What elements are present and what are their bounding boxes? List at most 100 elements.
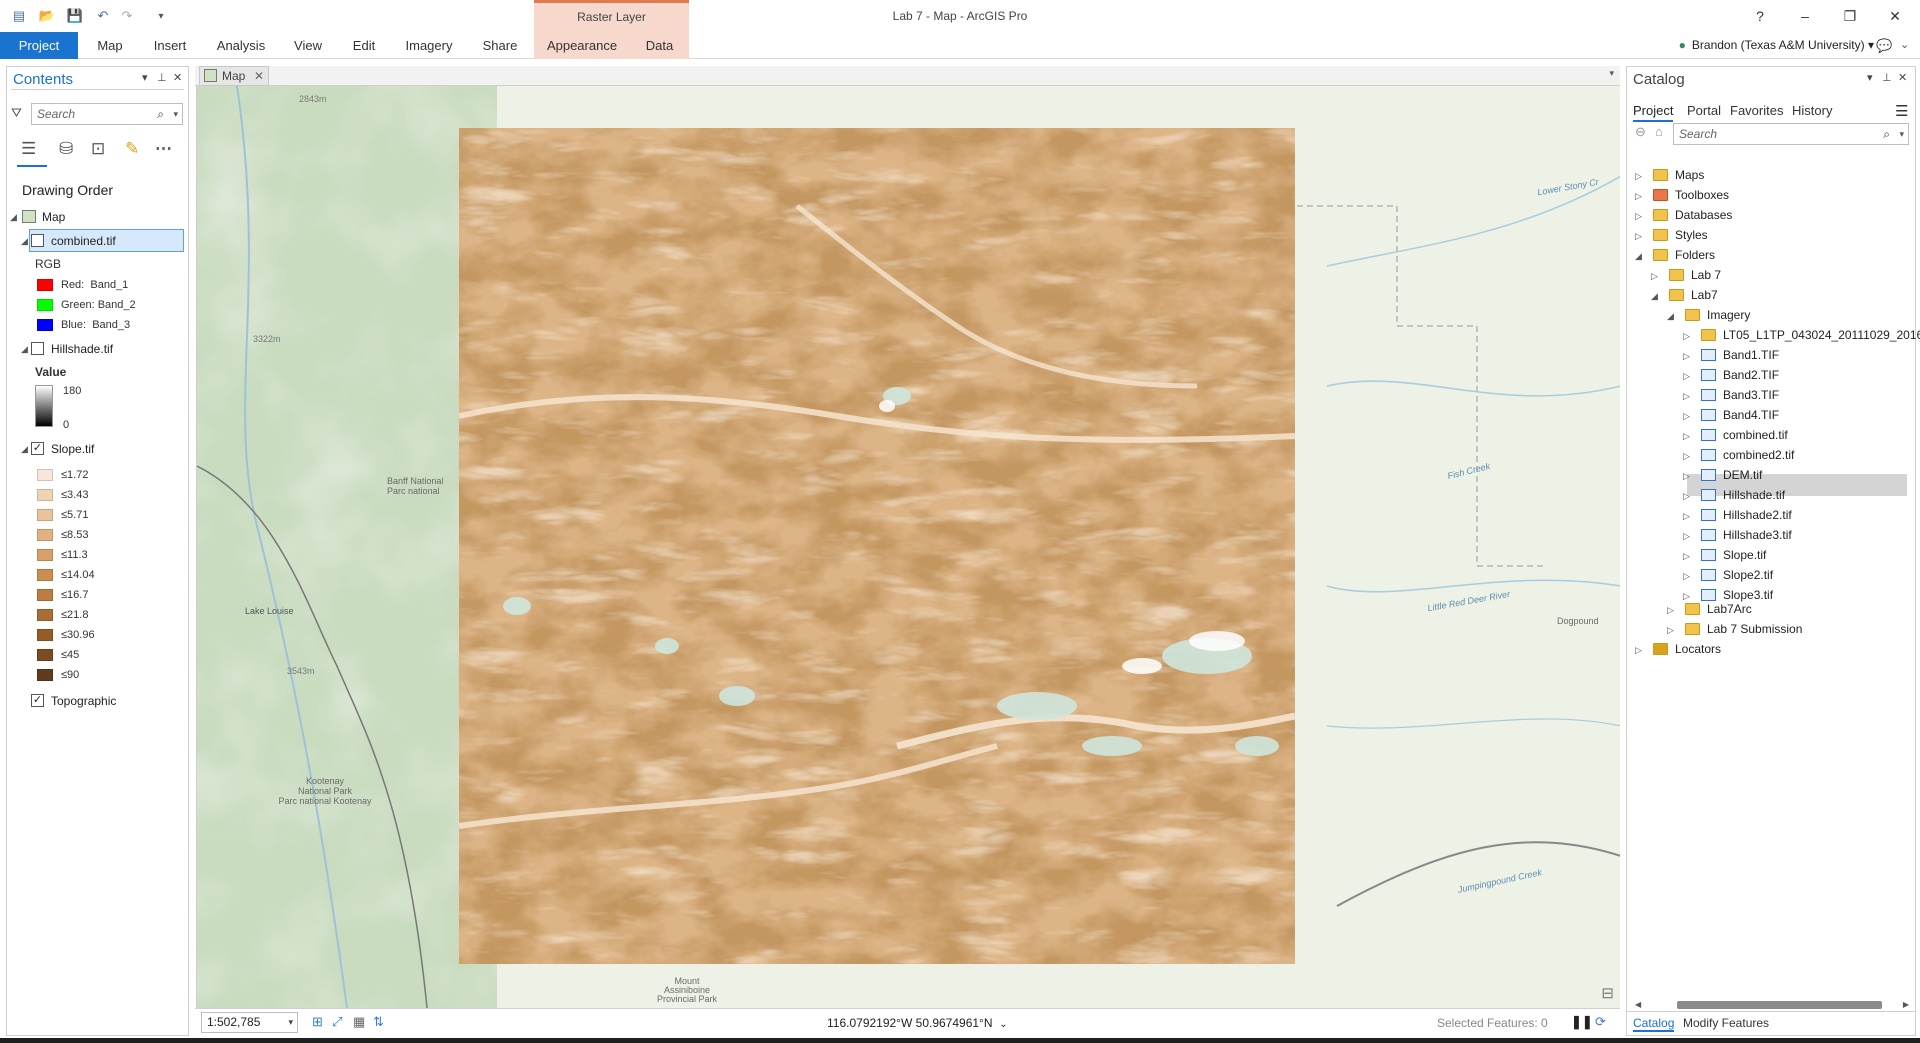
back-icon[interactable]: ⊖ (1635, 124, 1646, 140)
expand-icon[interactable]: ▷ (1683, 511, 1690, 521)
catalog-item-databases[interactable]: ▷ Databases (1635, 205, 1732, 225)
catalog-item-lab-7-submission[interactable]: ▷ Lab 7 Submission (1667, 619, 1802, 639)
catalog-tab-history[interactable]: History (1792, 103, 1832, 118)
collapse-icon[interactable]: ◢ (21, 339, 28, 359)
catalog-item-folders[interactable]: ◢ Folders (1635, 245, 1715, 265)
pause-drawing-icon[interactable]: ❚❚ (1571, 1014, 1593, 1030)
expand-icon[interactable]: ▷ (1683, 411, 1690, 421)
tab-edit[interactable]: Edit (340, 32, 388, 59)
catalog-item-raster[interactable]: ▷ Band3.TIF (1683, 385, 1779, 405)
expand-icon[interactable]: ▷ (1683, 471, 1690, 481)
map-node[interactable]: ◢ Map (7, 207, 187, 227)
expand-icon[interactable]: ▷ (1683, 571, 1690, 581)
scroll-right-icon[interactable]: ▶ (1903, 1000, 1909, 1009)
tab-imagery[interactable]: Imagery (398, 32, 460, 59)
catalog-item-raster[interactable]: ▷ Band4.TIF (1683, 405, 1779, 425)
tab-appearance[interactable]: Appearance (534, 32, 630, 59)
catalog-item-lab7[interactable]: ◢ Lab7 (1651, 285, 1718, 305)
expand-icon[interactable]: ▷ (1683, 331, 1690, 341)
tab-view[interactable]: View (284, 32, 332, 59)
catalog-tab-portal[interactable]: Portal (1687, 103, 1721, 118)
filter-icon[interactable]: ⛛ (11, 105, 22, 121)
pane-close-icon[interactable]: ✕ (1898, 71, 1907, 84)
map-tab-close-icon[interactable]: ✕ (254, 67, 264, 85)
close-button[interactable]: ✕ (1875, 0, 1915, 32)
expand-icon[interactable]: ▷ (1683, 391, 1690, 401)
catalog-item-locators[interactable]: ▷ Locators (1635, 639, 1721, 659)
tab-project[interactable]: Project (0, 32, 78, 59)
layer-combined[interactable]: ◢ combined.tif (7, 231, 187, 251)
full-extent-icon[interactable]: ⤢ (332, 1014, 342, 1030)
catalog-item-raster[interactable]: ▷ Hillshade3.tif (1683, 525, 1792, 545)
expand-icon[interactable]: ▷ (1683, 591, 1690, 601)
catalog-item-lab-7[interactable]: ▷ Lab 7 (1651, 265, 1721, 285)
catalog-item-raster[interactable]: ▷ Slope3.tif (1683, 585, 1773, 605)
pane-options-icon[interactable]: ▾ (142, 71, 148, 84)
catalog-item-raster[interactable]: ▷ LT05_L1TP_043024_20111029_20161 (1683, 325, 1920, 345)
expand-icon[interactable]: ▷ (1683, 551, 1690, 561)
catalog-item-styles[interactable]: ▷ Styles (1635, 225, 1708, 245)
restore-button[interactable]: ❐ (1830, 0, 1870, 32)
expand-icon[interactable]: ▷ (1683, 531, 1690, 541)
fixed-zoom-icon[interactable]: ⊞ (312, 1014, 323, 1030)
catalog-item-raster[interactable]: ▷ combined2.tif (1683, 445, 1794, 465)
catalog-item-maps[interactable]: ▷ Maps (1635, 165, 1704, 185)
layer-topographic[interactable]: ✓ Topographic (7, 691, 187, 711)
tab-data[interactable]: Data (630, 32, 689, 59)
pin-icon[interactable]: ⊥ (157, 71, 167, 84)
customize-qat-icon[interactable]: ▾ (150, 7, 172, 25)
tab-list-icon[interactable]: ▾ (1609, 68, 1614, 79)
scroll-left-icon[interactable]: ◀ (1635, 1000, 1641, 1009)
ribbon-collapse-icon[interactable]: ⌄ (1900, 32, 1909, 59)
grid-icon[interactable]: ▦ (353, 1014, 365, 1030)
expand-icon[interactable]: ▷ (1683, 371, 1690, 381)
horizontal-scrollbar[interactable] (1677, 1001, 1882, 1009)
signed-in-user[interactable]: ● Brandon (Texas A&M University) ▾ (1679, 32, 1874, 59)
open-project-icon[interactable]: 📂 (36, 7, 58, 25)
list-by-selection-icon[interactable]: ⊡ (91, 139, 105, 159)
help-button[interactable]: ? (1740, 0, 1780, 32)
new-project-icon[interactable]: ▤ (8, 7, 30, 25)
menu-icon[interactable]: ☰ (1895, 102, 1908, 120)
notifications-icon[interactable]: 💬 (1876, 32, 1892, 59)
more-options-icon[interactable]: ⋯ (155, 139, 172, 159)
visibility-checkbox[interactable]: ✓ (31, 442, 44, 455)
visibility-checkbox[interactable] (31, 342, 44, 355)
refresh-icon[interactable]: ⟳ (1595, 1014, 1606, 1030)
catalog-item-raster[interactable]: ▷ Slope2.tif (1683, 565, 1773, 585)
catalog-item-selected[interactable]: ▷ combined.tif (1683, 425, 1788, 445)
expand-icon[interactable]: ▷ (1683, 491, 1690, 501)
minimize-button[interactable]: – (1785, 0, 1825, 32)
save-project-icon[interactable]: 💾 (64, 7, 86, 25)
visibility-checkbox[interactable] (31, 234, 44, 247)
collapse-icon[interactable]: ◢ (10, 207, 17, 227)
expand-icon[interactable]: ▷ (1683, 431, 1690, 441)
list-by-data-source-icon[interactable]: ⛁ (59, 139, 73, 159)
visibility-checkbox[interactable]: ✓ (31, 694, 44, 707)
catalog-tab-project[interactable]: Project (1633, 103, 1674, 122)
map-overview-icon[interactable]: ⊟ (1601, 984, 1614, 1002)
tab-share[interactable]: Share (472, 32, 528, 59)
contents-search-input[interactable]: Search ⌕ ▾ (31, 103, 183, 125)
pin-icon[interactable]: ⊥ (1882, 71, 1892, 84)
catalog-item-raster[interactable]: ▷ Band2.TIF (1683, 365, 1779, 385)
bottom-tab-catalog[interactable]: Catalog (1633, 1016, 1675, 1032)
selected-features-count[interactable]: Selected Features: 0 (1437, 1016, 1548, 1030)
tab-insert[interactable]: Insert (144, 32, 196, 59)
tab-map[interactable]: Map (86, 32, 134, 59)
catalog-item-raster[interactable]: ▷ Hillshade.tif (1683, 485, 1785, 505)
pane-options-icon[interactable]: ▾ (1867, 71, 1873, 84)
layer-hillshade[interactable]: ◢ Hillshade.tif (7, 339, 187, 359)
bottom-tab-modify-features[interactable]: Modify Features (1683, 1016, 1769, 1030)
catalog-item-raster[interactable]: ▷ Hillshade2.tif (1683, 505, 1792, 525)
expand-icon[interactable]: ▷ (1683, 451, 1690, 461)
list-by-drawing-order-icon[interactable]: ☰ (21, 139, 36, 159)
expand-icon[interactable]: ▷ (1683, 351, 1690, 361)
list-by-editing-icon[interactable]: ✎ (125, 139, 139, 159)
catalog-item-raster[interactable]: ▷ Slope.tif (1683, 545, 1766, 565)
undo-icon[interactable]: ↶ (92, 7, 114, 25)
redo-icon[interactable]: ↷ (116, 7, 138, 25)
navigator-icon[interactable]: ⇅ (373, 1014, 384, 1030)
coordinate-readout[interactable]: 116.0792192°W 50.9674961°N ⌄ (827, 1016, 1008, 1030)
collapse-icon[interactable]: ◢ (21, 231, 28, 251)
